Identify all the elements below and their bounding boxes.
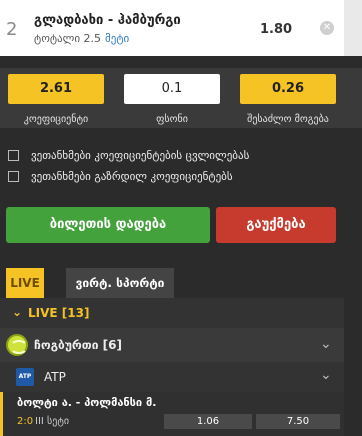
list-scrollbar[interactable] — [344, 262, 362, 436]
place-bet-button[interactable]: ბილეთის დადება — [6, 207, 210, 243]
event-score: 2:0 — [17, 416, 34, 427]
bet-market-label: ტოტალი 2.5 — [34, 32, 102, 45]
close-icon[interactable]: ✕ — [320, 21, 334, 35]
tennis-ball-icon — [6, 334, 28, 356]
accept-increased-odds-checkbox[interactable] — [8, 170, 19, 182]
possible-win-label: შესაძლო მოგება — [247, 114, 329, 125]
stake-input[interactable]: 0.1 — [124, 74, 220, 104]
accept-changed-odds-option[interactable]: ვეთანხმები კოეფიციენტების ცვლილებას — [8, 146, 249, 164]
bet-slip-item: 2 გლადბახი - ჰამბურგი ტოტალი 2.5 მეტი 1.8… — [0, 0, 344, 56]
event-row[interactable]: ბოლტი ა. - პოლმანსი მ. 2:0 III სეტი 1.06… — [0, 392, 344, 436]
bet-odd: 1.80 — [260, 22, 293, 37]
event-set: III სეტი — [35, 416, 70, 427]
sport-row-tennis[interactable]: ჩოგბურთი [6] ⌄ — [0, 328, 344, 362]
tab-live[interactable]: LIVE — [6, 268, 44, 298]
chevron-down-icon: ⌄ — [320, 336, 332, 352]
coefficient-label: კოეფიციენტი — [23, 114, 89, 125]
possible-win-value: 0.26 — [240, 74, 336, 104]
tab-virtual-sport[interactable]: ვირტ. სპორტი — [66, 268, 174, 298]
scrollbar[interactable] — [344, 0, 362, 56]
sport-title: ჩოგბურთი [6] — [34, 338, 122, 352]
odd-button-away[interactable]: 7.50 — [256, 414, 340, 429]
bet-match-name: გლადბახი - ჰამბურგი — [34, 13, 181, 28]
event-title: ბოლტი ა. - პოლმანსი მ. — [17, 396, 157, 409]
league-title: ATP — [44, 370, 66, 384]
accept-changed-odds-checkbox[interactable] — [8, 149, 19, 161]
league-row-atp[interactable]: ATP ATP ⌄ — [0, 362, 344, 392]
odd-button-home[interactable]: 1.06 — [164, 414, 252, 429]
cancel-button[interactable]: გაუქმება — [216, 207, 336, 243]
chevron-down-icon: ⌄ — [320, 367, 332, 383]
bet-market: ტოტალი 2.5 მეტი — [34, 32, 129, 45]
bet-index: 2 — [6, 19, 18, 40]
chevron-down-icon: ⌄ — [12, 305, 23, 319]
live-section-title: LIVE [13] — [28, 306, 90, 320]
atp-logo-icon: ATP — [16, 368, 34, 386]
stake-label: ფსონი — [156, 114, 188, 125]
accept-changed-odds-label: ვეთანხმები კოეფიციენტების ცვლილებას — [31, 148, 250, 162]
coefficient-value: 2.61 — [8, 74, 104, 104]
bet-selection: მეტი — [105, 32, 130, 45]
accept-increased-odds-option[interactable]: ვეთანხმები გაზრდილ კოეფიციენტებს — [8, 167, 233, 185]
live-section-header[interactable]: ⌄ LIVE [13] — [0, 298, 344, 328]
accept-increased-odds-label: ვეთანხმები გაზრდილ კოეფიციენტებს — [31, 169, 233, 183]
